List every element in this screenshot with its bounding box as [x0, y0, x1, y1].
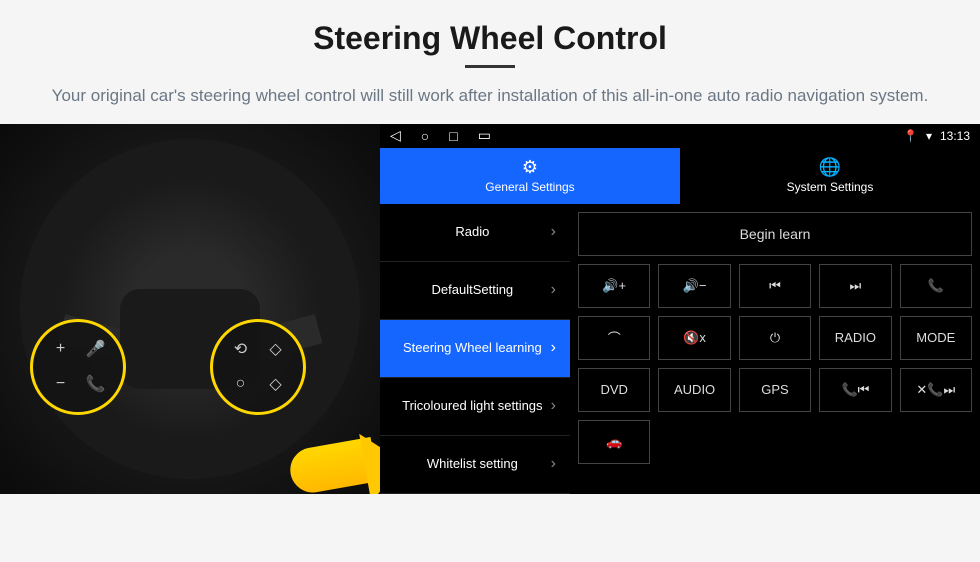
dvd-button[interactable]: DVD: [578, 368, 650, 412]
call-next-button[interactable]: ✕📞⏭: [900, 368, 972, 412]
function-button-panel: Begin learn 🔊+ 🔊− ⏮ ⏭ 📞 ⌒ 🔇x ⏻ RADIO MOD…: [570, 204, 980, 494]
sidebar-item-tricoloured-light[interactable]: Tricoloured light settings ›: [380, 378, 570, 436]
hangup-button[interactable]: ⌒: [578, 316, 650, 360]
tab-label: General Settings: [485, 180, 574, 194]
mute-icon: 🔇x: [683, 330, 706, 346]
tab-label: System Settings: [787, 180, 874, 194]
car-icon: 🚗: [606, 434, 622, 450]
location-icon: 📍: [903, 129, 918, 143]
call-prev-icon: 📞⏮: [841, 382, 869, 398]
chevron-right-icon: ›: [551, 281, 556, 299]
sidebar-item-label: Tricoloured light settings: [394, 398, 551, 414]
recent-icon[interactable]: □: [449, 128, 457, 144]
title-divider: [465, 65, 515, 68]
back-icon[interactable]: ◁: [390, 127, 401, 144]
prev-icon: ⏮: [769, 278, 781, 294]
plus-icon: +: [45, 334, 76, 365]
sidebar-item-radio[interactable]: Radio ›: [380, 204, 570, 262]
mode-button[interactable]: MODE: [900, 316, 972, 360]
gps-button[interactable]: GPS: [739, 368, 811, 412]
sidebar-item-default-setting[interactable]: DefaultSetting ›: [380, 262, 570, 320]
chevron-right-icon: ›: [551, 455, 556, 473]
steering-wheel-image: + 🎤 − 📞 ⟲ ◇ ○ ◇: [0, 124, 380, 494]
diamond2-icon: ◇: [260, 369, 291, 400]
call-button[interactable]: 📞: [900, 264, 972, 308]
volume-up-button[interactable]: 🔊+: [578, 264, 650, 308]
page-title: Steering Wheel Control: [40, 20, 940, 57]
globe-icon: 🌐: [819, 157, 841, 178]
call-prev-button[interactable]: 📞⏮: [819, 368, 891, 412]
phone-icon: 📞: [80, 369, 111, 400]
chevron-right-icon: ›: [551, 397, 556, 415]
chevron-right-icon: ›: [551, 339, 556, 357]
sidebar-item-steering-wheel-learning[interactable]: Steering Wheel learning ›: [380, 320, 570, 378]
pointer-arrow: [290, 444, 375, 489]
sidebar-item-label: DefaultSetting: [394, 282, 551, 298]
sidebar-item-whitelist[interactable]: Whitelist setting ›: [380, 436, 570, 494]
volume-down-button[interactable]: 🔊−: [658, 264, 730, 308]
tab-general-settings[interactable]: ⚙ General Settings: [380, 148, 680, 204]
minus-icon: −: [45, 369, 76, 400]
clock: 13:13: [940, 129, 970, 143]
power-button[interactable]: ⏻: [739, 316, 811, 360]
tab-system-settings[interactable]: 🌐 System Settings: [680, 148, 980, 204]
device-screen: ◁ ○ □ ▭ 📍 ▾ 13:13 ⚙ General Settings 🌐 S…: [380, 124, 980, 494]
previous-button[interactable]: ⏮: [739, 264, 811, 308]
wheel-control-right-highlight: ⟲ ◇ ○ ◇: [210, 319, 306, 415]
audio-button[interactable]: AUDIO: [658, 368, 730, 412]
volume-up-icon: 🔊+: [602, 278, 626, 294]
sidebar-item-label: Radio: [394, 224, 551, 240]
radio-button[interactable]: RADIO: [819, 316, 891, 360]
settings-sidebar: Radio › DefaultSetting › Steering Wheel …: [380, 204, 570, 494]
wheel-control-left-highlight: + 🎤 − 📞: [30, 319, 126, 415]
next-button[interactable]: ⏭: [819, 264, 891, 308]
call-next-icon: ✕📞⏭: [916, 382, 955, 398]
gear-icon: ⚙: [522, 157, 538, 178]
status-bar: ◁ ○ □ ▭ 📍 ▾ 13:13: [380, 124, 980, 148]
phone-icon: 📞: [928, 278, 944, 294]
car-button[interactable]: 🚗: [578, 420, 650, 464]
page-subtitle: Your original car's steering wheel contr…: [40, 83, 940, 109]
hangup-icon: ⌒: [608, 328, 621, 347]
volume-down-icon: 🔊−: [683, 278, 707, 294]
home-icon[interactable]: ○: [421, 128, 429, 144]
cycle-icon: ⟲: [225, 334, 256, 365]
chevron-right-icon: ›: [551, 223, 556, 241]
voice-icon: 🎤: [80, 334, 111, 365]
sidebar-item-label: Whitelist setting: [394, 456, 551, 472]
wifi-icon: ▾: [926, 129, 932, 143]
card-icon[interactable]: ▭: [478, 127, 491, 144]
diamond-icon: ◇: [260, 334, 291, 365]
circle-icon: ○: [225, 369, 256, 400]
next-icon: ⏭: [850, 278, 862, 294]
begin-learn-button[interactable]: Begin learn: [578, 212, 972, 256]
mute-button[interactable]: 🔇x: [658, 316, 730, 360]
sidebar-item-label: Steering Wheel learning: [394, 340, 551, 356]
power-icon: ⏻: [770, 330, 780, 346]
